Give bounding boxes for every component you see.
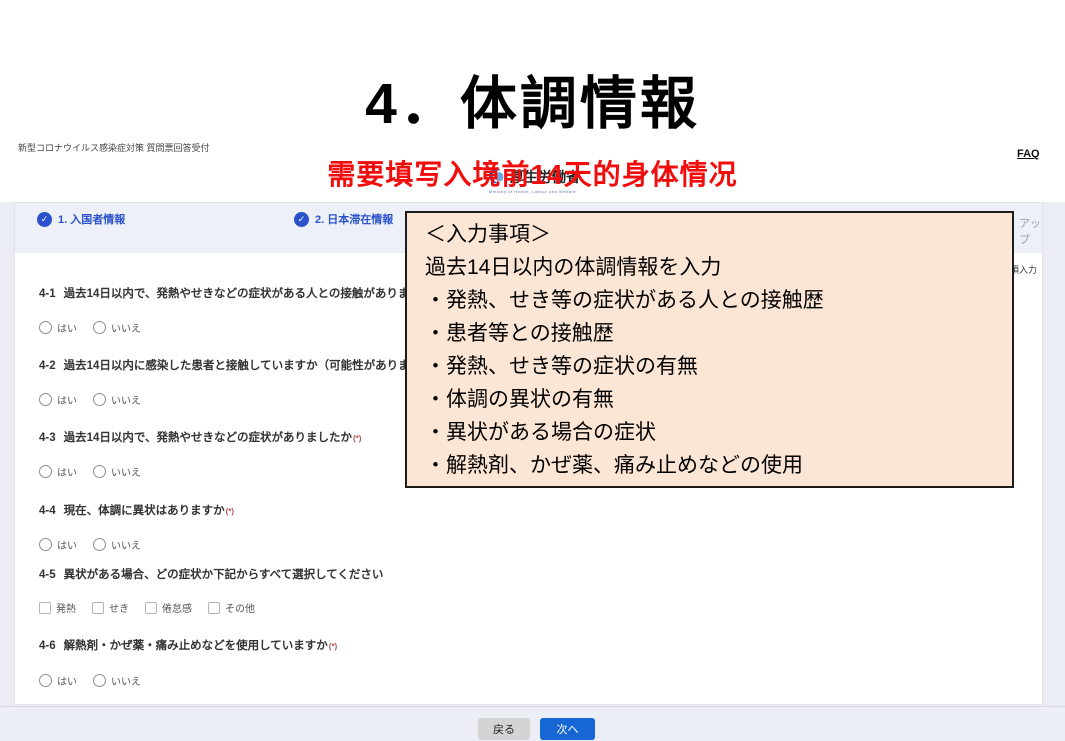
question-text: 過去14日以内に感染した患者と接触していますか（可能性がありますか） xyxy=(64,360,444,372)
back-button[interactable]: 戻る xyxy=(478,718,530,740)
option-label: はい xyxy=(57,392,77,407)
check-icon: ✓ xyxy=(294,212,309,227)
checkbox-option[interactable]: 発熱 xyxy=(39,600,76,615)
option-label: いいえ xyxy=(111,392,141,407)
option-label: いいえ xyxy=(111,320,141,335)
radio-icon[interactable] xyxy=(39,465,52,478)
radio-icon[interactable] xyxy=(93,465,106,478)
question-id: 4-3 xyxy=(39,432,56,444)
question-options-4-4: はい いいえ xyxy=(39,537,141,552)
option-label: いいえ xyxy=(111,464,141,479)
radio-option[interactable]: いいえ xyxy=(93,464,141,479)
chinese-annotation: 需要填写入境前14天的身体情况 xyxy=(0,153,1065,193)
info-box-line: ・発熱、せき等の症状がある人との接触歴 xyxy=(425,284,1004,317)
option-label: その他 xyxy=(225,600,255,615)
radio-icon[interactable] xyxy=(39,393,52,406)
radio-icon[interactable] xyxy=(39,321,52,334)
step-item-2: ✓ 2. 日本滞在情報 xyxy=(294,211,393,227)
radio-icon[interactable] xyxy=(93,321,106,334)
info-box-line: ・解熱剤、かぜ薬、痛み止めなどの使用 xyxy=(425,449,1004,482)
info-box-title: ＜入力事項＞ xyxy=(425,218,1004,251)
option-label: はい xyxy=(57,537,77,552)
question-id: 4-1 xyxy=(39,288,56,300)
checkbox-icon[interactable] xyxy=(92,602,104,614)
question-title-4-4: 4-4 現在、体調に異状はありますか(*) xyxy=(39,502,234,518)
next-button[interactable]: 次へ xyxy=(540,718,595,740)
page-title: 4．体調情報 xyxy=(0,58,1065,140)
check-icon: ✓ xyxy=(37,212,52,227)
question-id: 4-2 xyxy=(39,360,56,372)
option-label: はい xyxy=(57,464,77,479)
question-options-4-5: 発熱 せき 倦怠感 その他 xyxy=(39,600,255,615)
question-options-4-2: はい いいえ xyxy=(39,392,141,407)
radio-icon[interactable] xyxy=(93,538,106,551)
question-id: 4-4 xyxy=(39,505,56,517)
option-label: 倦怠感 xyxy=(162,600,192,615)
question-title-4-2: 4-2過去14日以内に感染した患者と接触していますか（可能性がありますか）(*) xyxy=(39,357,454,373)
radio-option[interactable]: いいえ xyxy=(93,392,141,407)
info-box-line: ・体調の異状の有無 xyxy=(425,383,1004,416)
step-label: 2. 日本滞在情報 xyxy=(315,211,393,227)
question-options-4-6: はい いいえ xyxy=(39,673,141,688)
radio-option[interactable]: はい xyxy=(39,673,77,688)
question-id: 4-5 xyxy=(39,569,56,581)
checkbox-option[interactable]: せき xyxy=(92,600,129,615)
radio-option[interactable]: いいえ xyxy=(93,320,141,335)
info-box-line: 過去14日以内の体調情報を入力 xyxy=(425,251,1004,284)
radio-option[interactable]: はい xyxy=(39,320,77,335)
question-options-4-3: はい いいえ xyxy=(39,464,141,479)
checkbox-icon[interactable] xyxy=(208,602,220,614)
checkbox-option[interactable]: その他 xyxy=(208,600,255,615)
radio-option[interactable]: いいえ xyxy=(93,673,141,688)
question-text: 解熱剤・かぜ薬・痛み止めなどを使用していますか xyxy=(64,640,328,652)
step-item-1: ✓ 1. 入国者情報 xyxy=(37,211,125,227)
option-label: せき xyxy=(109,600,129,615)
radio-icon[interactable] xyxy=(93,674,106,687)
radio-option[interactable]: はい xyxy=(39,537,77,552)
radio-icon[interactable] xyxy=(39,674,52,687)
radio-option[interactable]: はい xyxy=(39,464,77,479)
option-label: はい xyxy=(57,673,77,688)
option-label: はい xyxy=(57,320,77,335)
radio-option[interactable]: はい xyxy=(39,392,77,407)
radio-option[interactable]: いいえ xyxy=(93,537,141,552)
required-marker: (*) xyxy=(353,434,361,443)
step-label-partial: アップ xyxy=(1019,215,1042,247)
radio-icon[interactable] xyxy=(93,393,106,406)
info-box-line: ・患者等との接触歴 xyxy=(425,317,1004,350)
question-options-4-1: はい いいえ xyxy=(39,320,141,335)
checkbox-icon[interactable] xyxy=(39,602,51,614)
question-title-4-5: 4-5 異状がある場合、どの症状か下記からすべて選択してください xyxy=(39,566,383,582)
question-title-4-3: 4-3 過去14日以内で、発熱やせきなどの症状がありましたか(*) xyxy=(39,429,361,445)
option-label: いいえ xyxy=(111,537,141,552)
question-id: 4-6 xyxy=(39,640,56,652)
option-label: いいえ xyxy=(111,673,141,688)
info-box-lines: 過去14日以内の体調情報を入力・発熱、せき等の症状がある人との接触歴・患者等との… xyxy=(425,251,1004,482)
footer-bar: 戻る 次へ xyxy=(0,706,1065,741)
question-text: 現在、体調に異状はありますか xyxy=(64,505,225,517)
question-text: 過去14日以内で、発熱やせきなどの症状がありましたか xyxy=(64,432,352,444)
info-box-line: ・発熱、せき等の症状の有無 xyxy=(425,350,1004,383)
question-title-4-1: 4-1過去14日以内で、発熱やせきなどの症状がある人との接触がありましたか(*) xyxy=(39,285,453,301)
question-text: 過去14日以内で、発熱やせきなどの症状がある人との接触がありましたか xyxy=(64,288,444,300)
required-marker: (*) xyxy=(329,642,337,651)
info-overlay-box: ＜入力事項＞ 過去14日以内の体調情報を入力・発熱、せき等の症状がある人との接触… xyxy=(405,211,1014,488)
info-box-line: ・異状がある場合の症状 xyxy=(425,416,1004,449)
question-text: 異状がある場合、どの症状か下記からすべて選択してください xyxy=(64,569,384,581)
screen: 4．体調情報 新型コロナウイルス感染症対策 質問票回答受付 FAQ 厚生労働省 … xyxy=(0,0,1065,741)
option-label: 発熱 xyxy=(56,600,76,615)
checkbox-option[interactable]: 倦怠感 xyxy=(145,600,192,615)
required-marker: (*) xyxy=(226,507,234,516)
radio-icon[interactable] xyxy=(39,538,52,551)
step-label: 1. 入国者情報 xyxy=(58,211,125,227)
checkbox-icon[interactable] xyxy=(145,602,157,614)
question-title-4-6: 4-6 解熱剤・かぜ薬・痛み止めなどを使用していますか(*) xyxy=(39,637,337,653)
